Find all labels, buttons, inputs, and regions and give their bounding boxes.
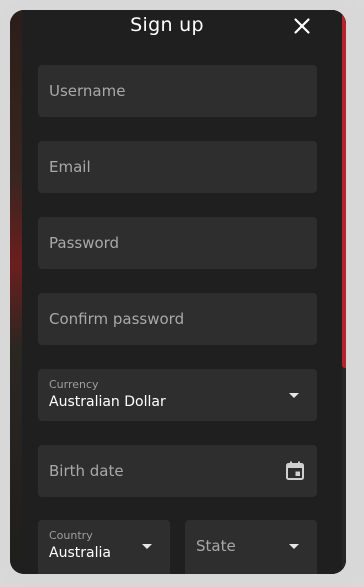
- calendar-icon[interactable]: [286, 461, 304, 480]
- confirm-password-field[interactable]: Confirm password: [38, 293, 317, 345]
- username-field[interactable]: Username: [38, 65, 317, 117]
- country-label: Country: [49, 529, 93, 542]
- close-button[interactable]: [290, 14, 314, 38]
- signup-dialog: Sign up Username Email Password Confirm …: [22, 10, 346, 574]
- chevron-down-icon: [142, 544, 152, 549]
- scrollbar-thumb[interactable]: [342, 10, 346, 368]
- username-placeholder: Username: [49, 82, 126, 100]
- email-placeholder: Email: [49, 158, 91, 176]
- password-field[interactable]: Password: [38, 217, 317, 269]
- password-placeholder: Password: [49, 234, 120, 252]
- close-icon: [294, 18, 310, 34]
- currency-label: Currency: [49, 378, 99, 391]
- currency-select[interactable]: Currency Australian Dollar: [38, 369, 317, 421]
- device-frame: Sign up Username Email Password Confirm …: [0, 0, 364, 587]
- chevron-down-icon: [289, 544, 299, 549]
- dialog-title: Sign up: [130, 14, 204, 36]
- email-field[interactable]: Email: [38, 141, 317, 193]
- screen: Sign up Username Email Password Confirm …: [10, 10, 346, 574]
- state-select[interactable]: State: [185, 520, 317, 574]
- birth-date-field[interactable]: Birth date: [38, 445, 317, 497]
- currency-value: Australian Dollar: [49, 394, 166, 410]
- birth-date-placeholder: Birth date: [49, 462, 124, 480]
- country-value: Australia: [49, 545, 111, 561]
- state-placeholder: State: [196, 537, 236, 555]
- chevron-down-icon: [289, 393, 299, 398]
- country-select[interactable]: Country Australia: [38, 520, 170, 574]
- confirm-password-placeholder: Confirm password: [49, 310, 185, 328]
